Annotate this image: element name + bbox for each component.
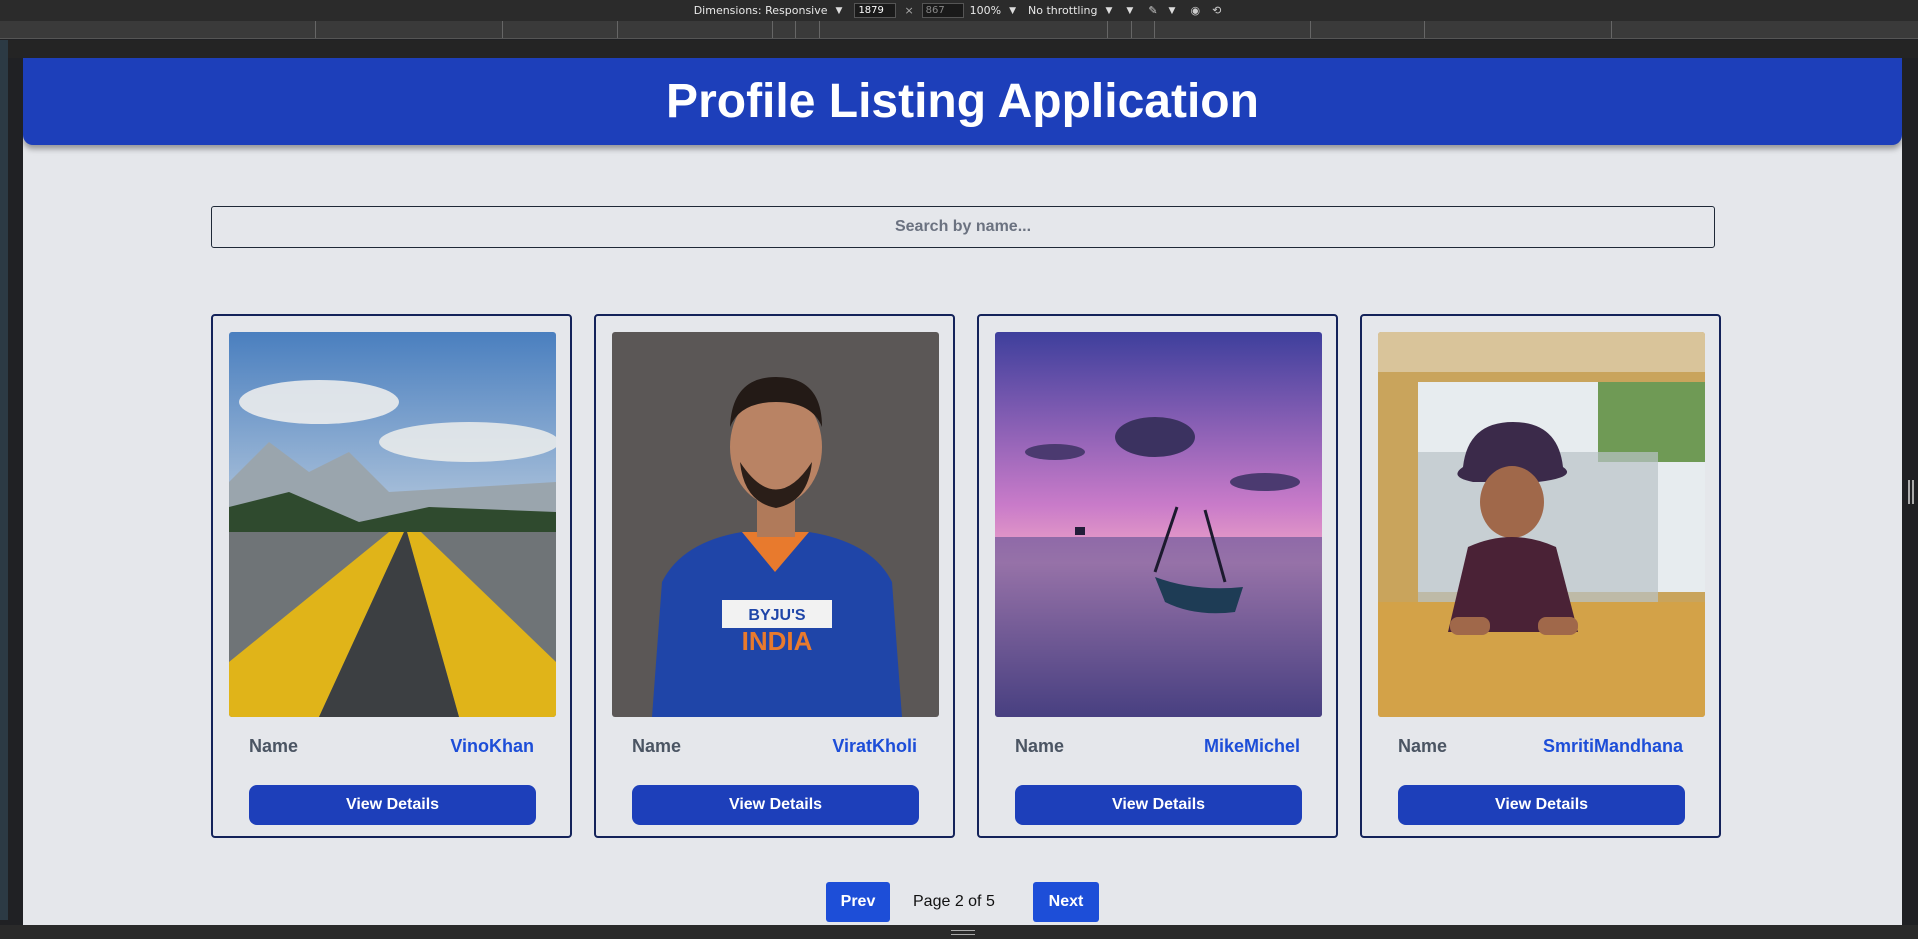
profile-card: BYJU'S INDIA Name ViratKholi View Detail…	[594, 314, 955, 838]
viewport-edge	[0, 40, 8, 920]
profile-name: MikeMichel	[1203, 736, 1300, 756]
name-label: Name	[1015, 736, 1065, 756]
prev-page-button[interactable]: Prev	[826, 882, 890, 922]
next-page-button[interactable]: Next	[1033, 882, 1099, 922]
view-details-button[interactable]: View Details	[1015, 785, 1302, 825]
media-query-ruler	[0, 21, 1918, 39]
throttling-dropdown[interactable]: No throttling	[1028, 4, 1097, 17]
svg-text:INDIA: INDIA	[742, 626, 813, 656]
app-header: Profile Listing Application	[23, 58, 1902, 145]
chevron-down-icon[interactable]: ▼	[1169, 6, 1176, 16]
profile-card: Name VinoKhan View Details	[211, 314, 572, 838]
viewport-ruler	[0, 40, 1918, 58]
name-row: Name ViratKholi	[632, 736, 917, 757]
name-label: Name	[249, 736, 299, 756]
profile-photo-sunset-boat	[995, 332, 1322, 717]
profile-photo-child-in-car	[1378, 332, 1705, 717]
road-landscape-image	[229, 332, 556, 717]
chevron-down-icon[interactable]: ▼	[1126, 6, 1133, 16]
devtools-device-toolbar: Dimensions: Responsive ▼ 1879 × 867 100%…	[0, 0, 1918, 21]
svg-text:BYJU'S: BYJU'S	[748, 607, 805, 624]
view-details-button[interactable]: View Details	[249, 785, 536, 825]
child-in-car-image	[1378, 332, 1705, 717]
zoom-dropdown[interactable]: 100%	[970, 4, 1001, 17]
resize-handle-right[interactable]	[1908, 480, 1914, 504]
sunset-boat-image	[995, 332, 1322, 717]
dimensions-dropdown[interactable]: Dimensions: Responsive	[694, 4, 828, 17]
resize-handle-bottom[interactable]	[951, 930, 975, 935]
name-row: Name VinoKhan	[249, 736, 534, 757]
dimension-separator: ×	[904, 4, 914, 17]
profile-name: SmritiMandhana	[1542, 736, 1683, 756]
view-details-button[interactable]: View Details	[1398, 785, 1685, 825]
viewport-width-input[interactable]: 1879	[854, 3, 897, 18]
name-label: Name	[1398, 736, 1448, 756]
eye-icon[interactable]: ◉	[1190, 4, 1200, 17]
cricketer-portrait-image: BYJU'S INDIA	[612, 332, 939, 717]
chevron-down-icon[interactable]: ▼	[1009, 6, 1016, 16]
name-row: Name MikeMichel	[1015, 736, 1300, 757]
app-viewport: Profile Listing Application Search by na…	[23, 58, 1902, 925]
page-title: Profile Listing Application	[666, 75, 1259, 128]
page-indicator: Page 2 of 5	[913, 893, 995, 910]
view-details-button[interactable]: View Details	[632, 785, 919, 825]
chevron-down-icon[interactable]: ▼	[836, 6, 843, 16]
profile-name: VinoKhan	[450, 736, 534, 756]
name-label: Name	[632, 736, 682, 756]
rotate-icon[interactable]: ⟲	[1212, 4, 1221, 17]
chevron-down-icon[interactable]: ▼	[1105, 6, 1112, 16]
profile-name: ViratKholi	[832, 736, 917, 756]
viewport-height-input[interactable]: 867	[921, 3, 964, 18]
sensor-pen-icon[interactable]: ✎	[1148, 4, 1157, 17]
name-row: Name SmritiMandhana	[1398, 736, 1683, 757]
profile-photo-road-landscape	[229, 332, 556, 717]
profile-card: Name SmritiMandhana View Details	[1360, 314, 1721, 838]
profile-card: Name MikeMichel View Details	[977, 314, 1338, 838]
search-input[interactable]	[211, 206, 1715, 248]
profile-photo-cricketer-portrait: BYJU'S INDIA	[612, 332, 939, 717]
